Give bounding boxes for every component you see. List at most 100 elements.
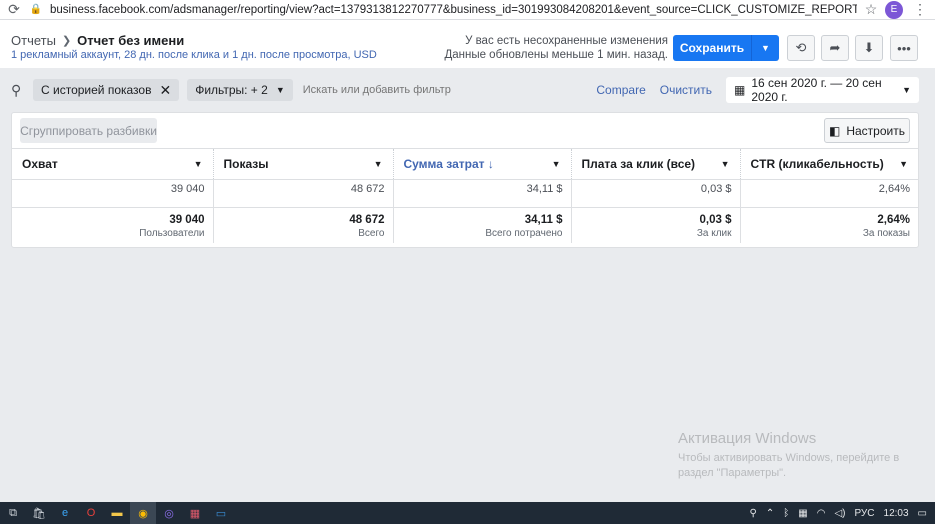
- system-tray: ⚲ ⌃ ᛒ ▦ ◠ ◁) РУС 12:03 ▭: [750, 508, 935, 519]
- breadcrumb-reports-link[interactable]: Отчеты: [11, 33, 56, 48]
- watermark-line: раздел "Параметры".: [678, 467, 787, 479]
- compare-link[interactable]: Compare: [596, 83, 645, 97]
- chevron-up-icon[interactable]: ⌃: [766, 508, 774, 519]
- browser-toolbar: ⟳ 🔒 business.facebook.com/adsmanager/rep…: [0, 0, 935, 20]
- save-dropdown-arrow[interactable]: ▼: [751, 35, 779, 61]
- totals-row: 39 040 Пользователи 48 672 Всего 34,11 $ Вс…: [12, 206, 918, 243]
- bluetooth-icon[interactable]: ᛒ: [783, 508, 789, 519]
- volume-icon[interactable]: ◁): [834, 508, 845, 519]
- report-title[interactable]: Отчет без имени: [77, 33, 184, 48]
- chevron-right-icon: ❯: [61, 35, 72, 47]
- chevron-down-icon[interactable]: ▼: [194, 159, 203, 169]
- export-button[interactable]: ⬇: [855, 35, 883, 61]
- filter-chip-history-label: С историей показов: [41, 83, 152, 97]
- bookmark-star-icon[interactable]: ☆: [857, 1, 885, 18]
- total-sublabel: Пользователи: [139, 227, 205, 239]
- date-range-picker[interactable]: ▦ 16 сен 2020 г. — 20 сен 2020 г. ▼: [726, 76, 919, 104]
- total-cpc: 0,03 $ За клик: [570, 206, 740, 243]
- reporting-page: Отчеты ❯ Отчет без имени 1 рекламный акк…: [0, 20, 935, 502]
- total-value: 39 040: [169, 213, 205, 226]
- windows-activation-watermark: Активация Windows Чтобы активировать Win…: [678, 430, 899, 481]
- app-icon[interactable]: ▦: [182, 502, 208, 524]
- address-bar[interactable]: business.facebook.com/adsmanager/reporti…: [44, 4, 857, 16]
- share-icon: ➦: [829, 40, 841, 55]
- close-icon[interactable]: ✕: [159, 82, 171, 99]
- chevron-down-icon[interactable]: ▼: [899, 159, 908, 169]
- opera-icon[interactable]: O: [78, 502, 104, 524]
- column-header-label: Плата за клик (все): [581, 156, 696, 171]
- cell-impressions: 48 672: [212, 179, 393, 199]
- column-header-label: Охват: [22, 156, 58, 171]
- filter-chip-more[interactable]: Фильтры: + 2 ▼: [187, 79, 293, 101]
- task-view-icon[interactable]: ⧉: [0, 502, 26, 524]
- total-value: 2,64%: [877, 213, 910, 226]
- column-header-cpc[interactable]: Плата за клик (все) ▼: [570, 149, 740, 180]
- total-reach: 39 040 Пользователи: [12, 206, 213, 243]
- column-header-amount-spent[interactable]: Сумма затрат ↓ ▼: [392, 149, 571, 180]
- more-icon: •••: [897, 40, 911, 56]
- table-row[interactable]: 39 040 48 672 34,11 $ 0,03 $ 2,64%: [12, 179, 918, 199]
- column-header-ctr[interactable]: CTR (кликабельность) ▼: [739, 149, 918, 180]
- total-sublabel: За показы: [862, 227, 910, 239]
- clock[interactable]: 12:03: [884, 508, 909, 519]
- person-icon[interactable]: ⚲: [750, 508, 757, 519]
- group-breakdowns-button[interactable]: Сгруппировать разбивки: [20, 118, 157, 143]
- filter-bar: ⚲ С историей показов ✕ Фильтры: + 2 ▼ Co…: [11, 76, 919, 104]
- report-subtitle-link[interactable]: 1 рекламный аккаунт, 28 дн. после клика …: [11, 49, 377, 61]
- reload-icon[interactable]: ⟳: [0, 1, 28, 18]
- filter-search-input[interactable]: [300, 84, 597, 96]
- clear-link[interactable]: Очистить: [660, 83, 712, 97]
- data-updated-text: Данные обновлены меньше 1 мин. назад.: [444, 49, 668, 61]
- filter-chip-more-label: Фильтры: + 2: [195, 83, 268, 97]
- store-icon[interactable]: 🛍: [26, 502, 52, 524]
- lock-icon[interactable]: 🔒: [28, 4, 44, 15]
- browser-menu-icon[interactable]: ⋮: [911, 1, 929, 18]
- cell-reach: 39 040: [170, 183, 205, 196]
- monitor-app-icon[interactable]: ▭: [208, 502, 234, 524]
- profile-avatar[interactable]: E: [885, 0, 903, 19]
- language-indicator[interactable]: РУС: [854, 508, 874, 519]
- save-button[interactable]: Сохранить: [673, 35, 751, 61]
- chevron-down-icon[interactable]: ▼: [721, 159, 730, 169]
- chevron-down-icon[interactable]: ▼: [374, 159, 383, 169]
- total-ctr: 2,64% За показы: [739, 206, 918, 243]
- wifi-icon[interactable]: ◠: [817, 508, 826, 519]
- customize-button-label: Настроить: [846, 123, 905, 138]
- total-impressions: 48 672 Всего: [212, 206, 393, 243]
- share-button[interactable]: ➦: [821, 35, 849, 61]
- refresh-icon: ⟲: [795, 40, 807, 55]
- chrome-icon[interactable]: ◉: [130, 502, 156, 524]
- report-table: Охват ▼ Показы ▼ Сумма затрат ↓ ▼ Плата за …: [12, 149, 918, 243]
- search-icon: ⚲: [11, 81, 22, 98]
- customize-button[interactable]: ◧ Настроить: [824, 118, 910, 143]
- breadcrumb: Отчеты ❯ Отчет без имени: [11, 33, 184, 48]
- notifications-icon[interactable]: ▭: [918, 508, 927, 519]
- unsaved-changes-text: У вас есть несохраненные изменения: [465, 35, 668, 47]
- chevron-down-icon: ▼: [275, 85, 285, 95]
- watermark-line: Чтобы активировать Windows, перейдите в: [678, 452, 900, 464]
- cell-ctr: 2,64%: [739, 179, 918, 199]
- unsaved-status: У вас есть несохраненные изменения Данны…: [444, 34, 668, 62]
- total-sublabel: За клик: [696, 227, 732, 239]
- total-value: 48 672: [349, 213, 385, 226]
- report-table-panel: Сгруппировать разбивки ◧ Настроить Охват…: [11, 112, 919, 248]
- cell-amount-spent: 34,11 $: [392, 179, 571, 199]
- network-icon[interactable]: ▦: [798, 508, 807, 519]
- total-value: 0,03 $: [699, 213, 732, 226]
- more-options-button[interactable]: •••: [890, 35, 918, 61]
- edge-icon[interactable]: e: [52, 502, 78, 524]
- refresh-button[interactable]: ⟲: [787, 35, 815, 61]
- download-icon: ⬇: [863, 40, 875, 55]
- table-header-row: Охват ▼ Показы ▼ Сумма затрат ↓ ▼ Плата за …: [12, 149, 918, 180]
- total-amount-spent: 34,11 $ Всего потрачено: [392, 206, 571, 243]
- table-toolbar: Сгруппировать разбивки ◧ Настроить: [12, 113, 918, 149]
- viber-icon[interactable]: ◎: [156, 502, 182, 524]
- windows-taskbar: ⧉ 🛍 e O ▬ ◉ ◎ ▦ ▭ ⚲ ⌃ ᛒ ▦ ◠ ◁) РУС 12:03…: [0, 502, 935, 524]
- column-header-impressions[interactable]: Показы ▼: [212, 149, 393, 180]
- file-explorer-icon[interactable]: ▬: [104, 502, 130, 524]
- date-range-label: 16 сен 2020 г. — 20 сен 2020 г.: [751, 76, 882, 104]
- total-sublabel: Всего потрачено: [485, 227, 563, 239]
- chevron-down-icon[interactable]: ▼: [552, 159, 561, 169]
- filter-chip-history[interactable]: С историей показов ✕: [33, 79, 180, 101]
- column-header-reach[interactable]: Охват ▼: [12, 149, 213, 180]
